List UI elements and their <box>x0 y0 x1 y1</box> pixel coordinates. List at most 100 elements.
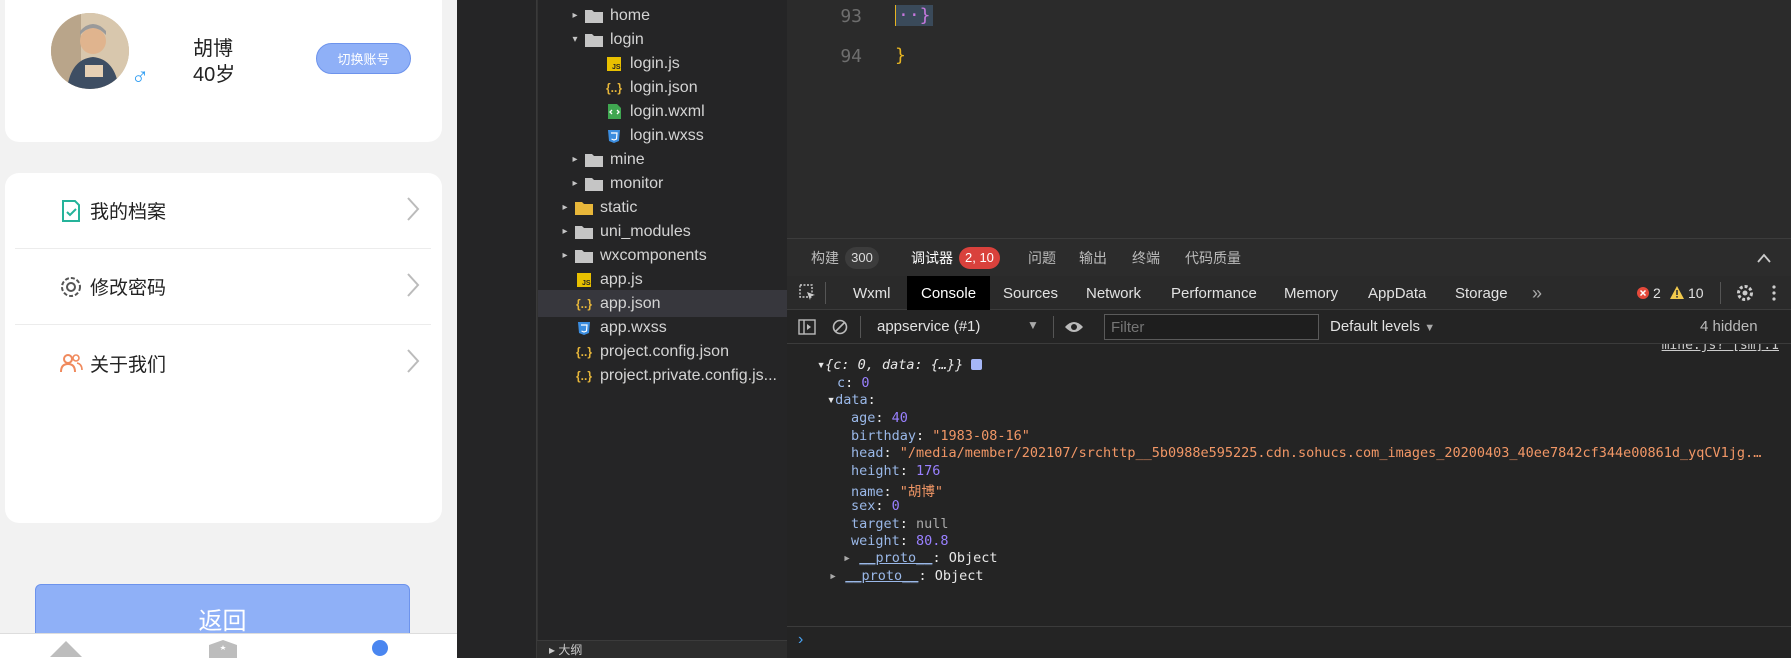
tree-chevron-icon[interactable]: ▾ <box>570 34 580 45</box>
inspect-element-icon[interactable] <box>799 284 817 302</box>
tab-terminal[interactable]: 终端 <box>1132 239 1160 277</box>
tab-label: 输出 <box>1079 250 1107 266</box>
tab-label: 终端 <box>1132 250 1160 266</box>
data-node[interactable]: ▾data: <box>827 392 876 408</box>
tree-label: login.json <box>630 78 698 96</box>
eye-icon[interactable] <box>1064 320 1084 334</box>
tree-folder[interactable]: ▸ monitor <box>538 170 788 197</box>
error-count[interactable]: 2 <box>1653 276 1661 310</box>
prop-value: "胡博" <box>899 484 944 501</box>
console-output: mine.js? [sm]:1 ▾{c: 0, data: {…}} c: 0 … <box>787 344 1791 626</box>
tree-label: static <box>600 198 638 216</box>
filter-input[interactable] <box>1104 314 1319 340</box>
avatar <box>51 13 129 89</box>
tree-file[interactable]: {..} app.json <box>538 290 788 317</box>
tree-file[interactable]: JS login.js <box>538 50 788 77</box>
context-select[interactable]: appservice (#1) <box>877 318 980 335</box>
user-icon[interactable] <box>362 639 398 658</box>
log-object-summary[interactable]: ▾{c: 0, data: {…}} <box>817 357 983 373</box>
panel-memory[interactable]: Memory <box>1284 276 1338 310</box>
file-type-icon <box>574 319 594 337</box>
code-line: } <box>895 45 906 66</box>
devtools-panels: Wxml Console Sources Network Performance… <box>787 276 1791 310</box>
prop-value: "1983-08-16" <box>932 427 1030 444</box>
prop-value: 0 <box>891 498 900 514</box>
tree-label: login.js <box>630 54 680 72</box>
tree-file[interactable]: login.wxss <box>538 122 788 149</box>
divider <box>860 316 861 338</box>
tree-file[interactable]: JS app.js <box>538 266 788 293</box>
proto-node[interactable]: ▸ __proto__: Object <box>829 568 983 584</box>
panel-storage[interactable]: Storage <box>1455 276 1508 310</box>
tree-label: login <box>610 30 644 48</box>
proto-node[interactable]: ▸ __proto__: Object <box>843 550 997 566</box>
folder-icon <box>585 177 603 191</box>
shield-star-icon[interactable] <box>205 639 241 658</box>
tab-label: 调试器 <box>911 250 953 266</box>
folder-icon <box>585 9 603 23</box>
tab-build[interactable]: 构建 300 <box>811 239 879 277</box>
debug-tabs: 构建 300 调试器 2, 10 问题 输出 终端 代码质量 <box>787 238 1791 276</box>
file-type-icon <box>574 247 594 265</box>
tab-debugger[interactable]: 调试器 2, 10 <box>911 239 1000 277</box>
tab-issues[interactable]: 问题 <box>1028 239 1056 277</box>
tree-label: app.js <box>600 270 643 288</box>
code-editor[interactable]: 93 94 ··} } <box>787 0 1791 238</box>
warning-icon <box>1670 286 1684 299</box>
svg-text:JS: JS <box>582 280 591 287</box>
tree-folder[interactable]: ▸ static <box>538 194 788 221</box>
tree-folder[interactable]: ▸ uni_modules <box>538 218 788 245</box>
more-panels-icon[interactable]: » <box>1532 276 1542 310</box>
js-file-icon: JS <box>577 272 591 287</box>
tree-file[interactable]: {..} project.private.config.js... <box>538 362 788 389</box>
panel-performance[interactable]: Performance <box>1171 276 1257 310</box>
chevron-down-icon[interactable]: ▼ <box>1027 318 1039 332</box>
panel-appdata[interactable]: AppData <box>1368 276 1426 310</box>
tree-file[interactable]: {..} login.json <box>538 74 788 101</box>
menu-item-change-password[interactable]: 修改密码 <box>15 249 431 325</box>
prop-value: Object <box>934 568 984 584</box>
file-type-icon <box>574 199 594 217</box>
console-prompt[interactable]: › <box>787 626 1791 658</box>
tree-folder[interactable]: ▸ wxcomponents <box>538 242 788 269</box>
collapse-chevron-up-icon[interactable] <box>1757 252 1771 264</box>
panel-wxml[interactable]: Wxml <box>853 276 891 310</box>
prop-key: height <box>851 462 900 479</box>
error-icon <box>1637 287 1649 299</box>
sidebar-toggle-icon[interactable] <box>798 319 816 335</box>
folder-icon <box>575 201 593 215</box>
panel-sources[interactable]: Sources <box>1003 276 1058 310</box>
warning-count[interactable]: 10 <box>1688 276 1704 310</box>
tree-file[interactable]: {..} project.config.json <box>538 338 788 365</box>
home-icon[interactable] <box>48 639 84 658</box>
switch-account-button[interactable]: 切换账号 <box>316 43 411 74</box>
tab-output[interactable]: 输出 <box>1079 239 1107 277</box>
tree-chevron-icon[interactable]: ▸ <box>570 178 580 189</box>
tree-chevron-icon[interactable]: ▸ <box>560 202 570 213</box>
panel-console[interactable]: Console <box>907 276 991 310</box>
tree-label: login.wxss <box>630 126 704 144</box>
tree-file[interactable]: app.wxss <box>538 314 788 341</box>
build-count-badge: 300 <box>845 247 879 269</box>
divider <box>825 282 826 304</box>
file-type-icon: JS <box>604 55 624 73</box>
outline-section[interactable]: ▸ 大纲 <box>537 640 787 658</box>
menu-item-about-us[interactable]: 关于我们 <box>15 325 431 401</box>
tree-chevron-icon[interactable]: ▸ <box>560 250 570 261</box>
tree-chevron-icon[interactable]: ▸ <box>570 154 580 165</box>
clear-console-icon[interactable] <box>832 319 848 335</box>
tab-code-quality[interactable]: 代码质量 <box>1185 239 1241 277</box>
panel-network[interactable]: Network <box>1086 276 1141 310</box>
tree-chevron-icon[interactable]: ▸ <box>570 10 580 21</box>
tree-file[interactable]: login.wxml <box>538 98 788 125</box>
menu-item-my-profile[interactable]: 我的档案 <box>15 173 431 249</box>
tree-chevron-icon[interactable]: ▸ <box>560 226 570 237</box>
prop-value: 176 <box>916 462 941 479</box>
kebab-menu-icon[interactable] <box>1771 284 1777 302</box>
settings-gear-icon[interactable] <box>1736 284 1754 302</box>
tree-folder[interactable]: ▾ login <box>538 26 788 53</box>
source-link[interactable]: mine.js? [sm]:1 <box>1662 344 1779 353</box>
log-levels-select[interactable]: Default levels ▼ <box>1330 318 1435 335</box>
tree-folder[interactable]: ▸ mine <box>538 146 788 173</box>
tree-folder[interactable]: ▸ home <box>538 2 788 29</box>
